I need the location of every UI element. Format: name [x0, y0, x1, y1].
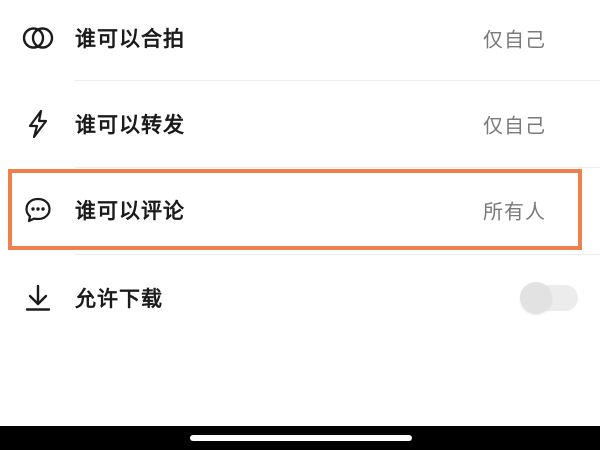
setting-value-comment[interactable]: 所有人: [483, 196, 546, 225]
toggle-knob[interactable]: [520, 282, 552, 314]
setting-label-download: 允许下载: [75, 287, 163, 311]
lightning-icon: [22, 108, 54, 140]
download-toggle[interactable]: [520, 282, 578, 314]
setting-row-comment[interactable]: 谁可以评论 所有人: [0, 168, 600, 252]
setting-row-download[interactable]: 允许下载: [0, 256, 600, 340]
comment-icon: [22, 194, 54, 226]
setting-label-duet: 谁可以合拍: [75, 27, 185, 51]
setting-value-duet[interactable]: 仅自己: [483, 24, 546, 53]
system-nav-bar: [0, 426, 600, 450]
divider: [75, 254, 600, 255]
setting-value-repost[interactable]: 仅自己: [483, 110, 546, 139]
home-indicator[interactable]: [190, 435, 412, 441]
divider: [75, 80, 600, 81]
privacy-settings-screen: 谁可以合拍 仅自己 谁可以转发 仅自己 谁可以评论 所有人 允许下载: [0, 0, 600, 450]
setting-label-comment: 谁可以评论: [75, 199, 185, 223]
download-icon: [22, 282, 54, 314]
setting-row-repost[interactable]: 谁可以转发 仅自己: [0, 82, 600, 166]
setting-label-repost: 谁可以转发: [75, 113, 185, 137]
duet-icon: [22, 22, 54, 54]
setting-row-duet[interactable]: 谁可以合拍 仅自己: [0, 0, 600, 80]
